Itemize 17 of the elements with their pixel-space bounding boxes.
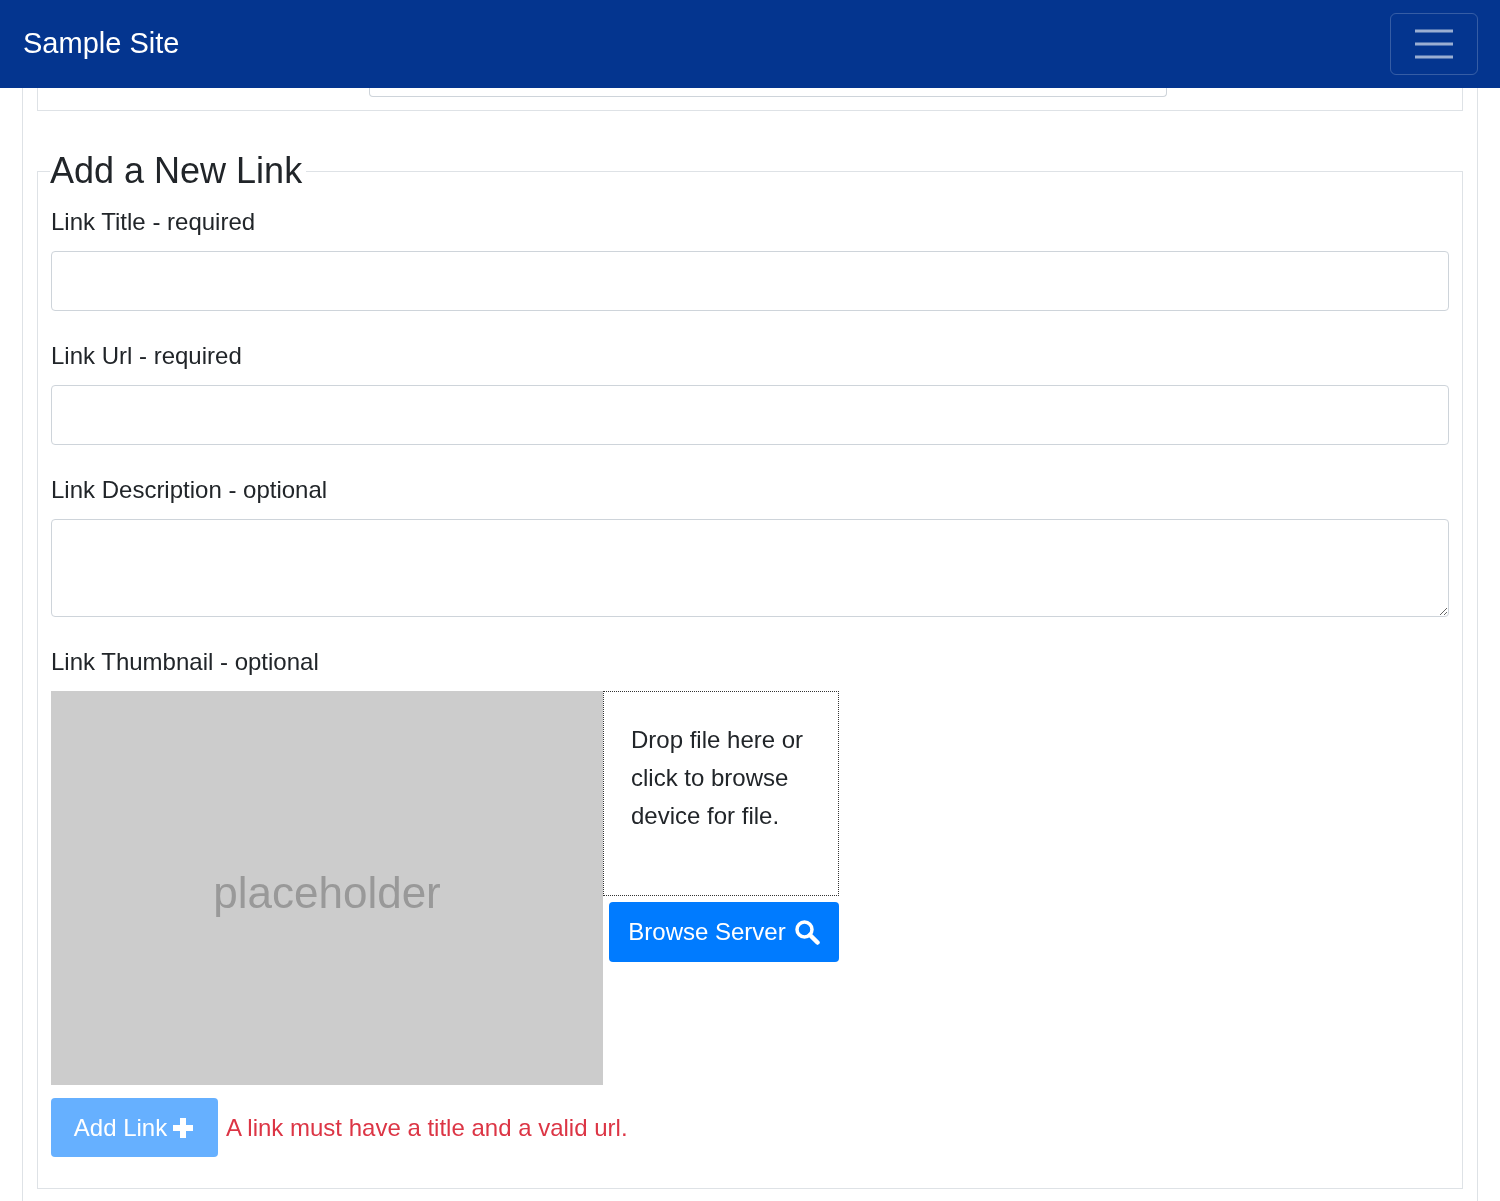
text-area[interactable] — [51, 519, 1449, 617]
field-label: Link Title - required — [51, 207, 257, 237]
field-label: Link Url - required — [51, 341, 243, 371]
input-field[interactable] — [51, 385, 1449, 445]
input-field[interactable] — [51, 251, 1449, 311]
menu-button[interactable] — [1390, 13, 1478, 75]
search-icon — [793, 919, 820, 945]
site-brand[interactable]: Sample Site — [23, 22, 180, 66]
field-label: Link Thumbnail - optional — [51, 647, 320, 677]
plus-icon — [171, 1115, 196, 1140]
error-message: A link must have a title and a valid url. — [226, 1112, 628, 1143]
file-dropzone[interactable]: Drop file here or click to browse device for file. — [603, 691, 839, 896]
browse-server-button[interactable]: Browse Server — [609, 902, 839, 962]
text-area[interactable] — [369, 88, 1167, 97]
field-label: Link Description - optional — [51, 475, 329, 505]
section-heading: Add a New Link — [50, 153, 304, 189]
menu-icon — [1414, 29, 1454, 59]
